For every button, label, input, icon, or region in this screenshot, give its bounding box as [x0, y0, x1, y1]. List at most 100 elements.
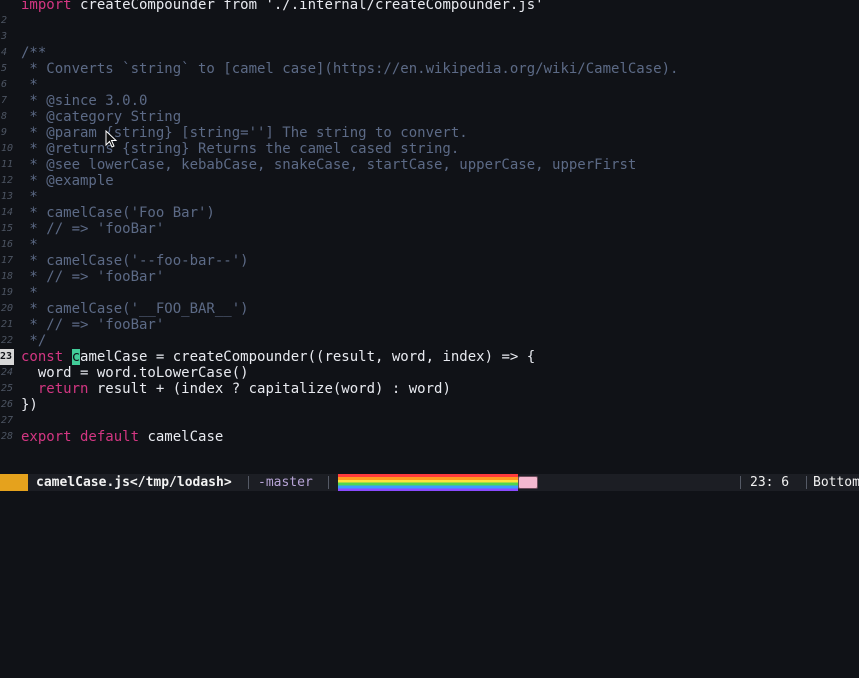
- code-line[interactable]: 17 * camelCase('--foo-bar--'): [0, 253, 859, 269]
- status-divider: [740, 476, 741, 489]
- code-line[interactable]: 26}): [0, 397, 859, 413]
- line-number: 6: [1, 79, 8, 90]
- line-number: 10: [1, 143, 14, 154]
- file-path: camelCase.js</tmp/lodash>: [36, 475, 232, 490]
- code-token: /**: [21, 45, 47, 61]
- code-token: * camelCase('Foo Bar'): [21, 205, 215, 221]
- line-number: 19: [1, 287, 14, 298]
- line-number: 27: [1, 415, 14, 426]
- code-line[interactable]: 23 const camelCase = createCompounder((re…: [0, 349, 859, 365]
- code-line[interactable]: 18 * // => 'fooBar': [0, 269, 859, 285]
- code-token: * @category String: [21, 109, 182, 125]
- code-token: result + (index ? capitalize(word) : wor…: [88, 381, 451, 397]
- code-token: * // => 'fooBar': [21, 221, 165, 237]
- scroll-progress-rainbow: [338, 474, 518, 491]
- line-number: 2: [1, 15, 8, 26]
- code-token: *: [21, 237, 38, 253]
- code-line[interactable]: 28 export default camelCase: [0, 429, 859, 445]
- line-number: 26: [1, 399, 14, 410]
- code-line[interactable]: 9 * @param {string} [string=''] The stri…: [0, 125, 859, 141]
- line-number: 23: [0, 349, 14, 365]
- line-number: 21: [1, 319, 14, 330]
- code-token: * // => 'fooBar': [21, 269, 165, 285]
- code-token: * camelCase('--foo-bar--'): [21, 253, 249, 269]
- code-line[interactable]: 5 * Converts `string` to [camel case](ht…: [0, 61, 859, 77]
- text-cursor: c: [71, 349, 81, 365]
- code-line[interactable]: 25 return result + (index ? capitalize(w…: [0, 381, 859, 397]
- line-number: 14: [1, 207, 14, 218]
- line-number: 16: [1, 239, 14, 250]
- code-token: camelCase: [139, 429, 224, 445]
- code-text: * @see lowerCase, kebabCase, snakeCase, …: [21, 157, 636, 173]
- code-token: * // => 'fooBar': [21, 317, 165, 333]
- nyan-cat-icon: [518, 476, 538, 489]
- code-text: *: [21, 285, 38, 301]
- status-line: camelCase.js</tmp/lodash> -master 23: 6 …: [0, 474, 859, 491]
- code-text: * @returns {string} Returns the camel ca…: [21, 141, 459, 157]
- status-divider: [248, 476, 249, 489]
- code-line[interactable]: 4 /**: [0, 45, 859, 61]
- code-text: * @param {string} [string=''] The string…: [21, 125, 468, 141]
- code-text: * camelCase('--foo-bar--'): [21, 253, 249, 269]
- code-line[interactable]: 3: [0, 29, 859, 45]
- code-token: export default: [21, 429, 140, 445]
- code-line[interactable]: 15 * // => 'fooBar': [0, 221, 859, 237]
- line-number: 25: [1, 383, 14, 394]
- code-text: * @example: [21, 173, 114, 189]
- status-divider: [806, 476, 807, 489]
- code-line[interactable]: 6 *: [0, 77, 859, 93]
- code-line[interactable]: import createCompounder from './.interna…: [0, 0, 859, 13]
- editor-pane[interactable]: import createCompounder from './.interna…: [0, 0, 859, 474]
- line-number: 11: [1, 159, 14, 170]
- code-line[interactable]: 14 * camelCase('Foo Bar'): [0, 205, 859, 221]
- code-text: * // => 'fooBar': [21, 269, 164, 285]
- code-line[interactable]: 27: [0, 413, 859, 429]
- code-token: return: [21, 381, 89, 397]
- line-number: 24: [1, 367, 14, 378]
- code-line[interactable]: 12 * @example: [0, 173, 859, 189]
- code-line[interactable]: 13 *: [0, 189, 859, 205]
- line-number: 28: [1, 431, 14, 442]
- code-text: * Converts `string` to [camel case](http…: [21, 61, 678, 77]
- code-token: word = word.toLowerCase(): [21, 365, 249, 381]
- code-line[interactable]: 7 * @since 3.0.0: [0, 93, 859, 109]
- code-line[interactable]: 22 */: [0, 333, 859, 349]
- code-line[interactable]: 2: [0, 13, 859, 29]
- code-line[interactable]: 8 * @category String: [0, 109, 859, 125]
- code-token: * @example: [21, 173, 114, 189]
- line-number: 3: [1, 31, 8, 42]
- line-number: 8: [1, 111, 8, 122]
- git-branch: -master: [258, 475, 313, 490]
- line-number: 4: [1, 47, 8, 58]
- code-token: import: [21, 0, 72, 13]
- code-text: *: [21, 189, 37, 205]
- code-token: * camelCase('__FOO_BAR__'): [21, 301, 249, 317]
- code-text: import createCompounder from './.interna…: [21, 0, 544, 13]
- code-token: *: [21, 285, 38, 301]
- code-line[interactable]: 19 *: [0, 285, 859, 301]
- line-number: 20: [1, 303, 14, 314]
- code-token: *: [21, 77, 38, 93]
- code-text: * camelCase('Foo Bar'): [21, 205, 215, 221]
- code-text: export default camelCase: [21, 429, 223, 445]
- code-token: */: [21, 333, 47, 349]
- code-line[interactable]: 11 * @see lowerCase, kebabCase, snakeCas…: [0, 157, 859, 173]
- line-number: 17: [1, 255, 14, 266]
- code-line[interactable]: 24 word = word.toLowerCase(): [0, 365, 859, 381]
- status-divider: [328, 476, 329, 489]
- line-number: 7: [1, 95, 8, 106]
- cursor-position: 23: 6: [750, 475, 790, 490]
- code-token: * @param {string} [string=''] The string…: [21, 125, 468, 141]
- mode-indicator: [0, 474, 28, 491]
- code-text: * // => 'fooBar': [21, 317, 164, 333]
- code-line[interactable]: 20 * camelCase('__FOO_BAR__'): [0, 301, 859, 317]
- code-line[interactable]: 10 * @returns {string} Returns the camel…: [0, 141, 859, 157]
- code-token: * @see lowerCase, kebabCase, snakeCase, …: [21, 157, 637, 173]
- code-text: const camelCase = createCompounder((resu…: [21, 349, 535, 365]
- code-line[interactable]: 16 *: [0, 237, 859, 253]
- code-text: * @since 3.0.0: [21, 93, 147, 109]
- code-text: * @category String: [21, 109, 181, 125]
- line-number: 13: [1, 191, 14, 202]
- code-line[interactable]: 21 * // => 'fooBar': [0, 317, 859, 333]
- code-token: createCompounder from: [71, 0, 266, 13]
